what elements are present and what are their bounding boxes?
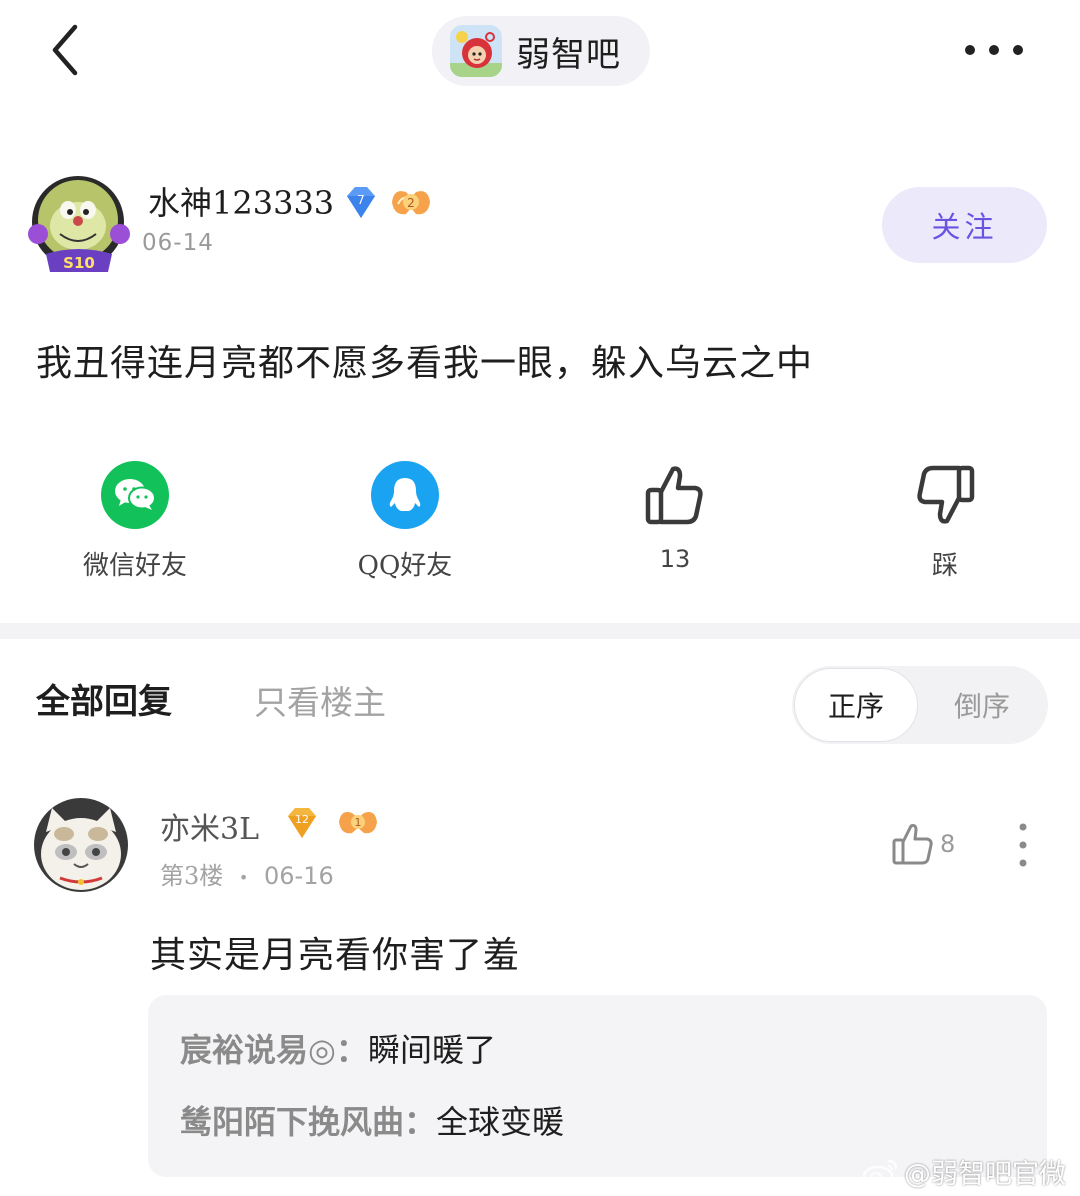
more-vertical-icon [1019, 823, 1027, 867]
sub-reply-author[interactable]: 鸶阳陌下挽风曲： [180, 1103, 436, 1141]
sub-reply-text: 全球变暖 [436, 1103, 565, 1141]
svg-text:1: 1 [355, 816, 362, 829]
sort-descending-button[interactable]: 倒序 [920, 668, 1044, 742]
share-qq-button[interactable]: QQ好友 [305, 455, 505, 582]
wechat-label: 微信好友 [82, 551, 187, 581]
reply-like-count: 8 [940, 830, 956, 858]
post-content: 我丑得连月亮都不愿多看我一眼，躲入乌云之中 [36, 343, 814, 384]
sort-toggle: 正序 倒序 [792, 666, 1048, 744]
svg-text:7: 7 [357, 193, 365, 207]
reply-date: 06-16 [264, 862, 334, 890]
reply-meta: 第3楼 • 06-16 [160, 856, 334, 891]
watermark-text: @弱智吧官微 [904, 1159, 1066, 1190]
follow-button[interactable]: 关注 [882, 187, 1047, 263]
thumbs-up-icon [645, 466, 703, 525]
author-name[interactable]: 水神123333 [148, 178, 334, 224]
watermark: @弱智吧官微 [862, 1152, 1066, 1191]
reply-more-button[interactable] [1010, 822, 1036, 868]
post-date: 06-14 [142, 230, 214, 256]
like-button[interactable]: 13 [575, 455, 775, 573]
back-button[interactable] [40, 22, 90, 78]
more-options-button[interactable] [958, 30, 1030, 70]
forum-logo [450, 25, 502, 77]
level-badge: 7 [343, 184, 379, 222]
share-wechat-button[interactable]: 微信好友 [35, 455, 235, 582]
author-avatar[interactable]: S10 [26, 176, 132, 272]
qq-label: QQ好友 [357, 551, 453, 581]
thumbs-down-icon [917, 465, 975, 524]
sort-ascending-button[interactable]: 正序 [794, 668, 918, 742]
sub-replies[interactable]: 宸裕说易◎：瞬间暖了 鸶阳陌下挽风曲：全球变暖 [148, 995, 1047, 1177]
qq-icon [371, 461, 439, 529]
reply-floor: 第3楼 [160, 862, 224, 890]
more-horizontal-icon [965, 45, 1023, 55]
dislike-button[interactable]: 踩 [845, 455, 1045, 582]
sub-reply-text: 瞬间暖了 [367, 1031, 496, 1069]
section-divider [0, 623, 1080, 639]
wechat-icon [101, 461, 169, 529]
reply-author-name[interactable]: 亦米3L [160, 804, 259, 848]
avatar-badge-text: S10 [63, 254, 95, 272]
chevron-left-icon [52, 24, 78, 76]
sub-reply-item[interactable]: 宸裕说易◎：瞬间暖了 [180, 1025, 496, 1071]
reply-like-button[interactable]: 8 [892, 822, 955, 866]
thumbs-up-icon [892, 824, 933, 865]
svg-text:12: 12 [295, 813, 309, 826]
forum-name: 弱智吧 [516, 34, 621, 75]
tab-all-replies[interactable]: 全部回复 [36, 674, 172, 723]
fan-badge: 2 [388, 184, 434, 222]
reply-content: 其实是月亮看你害了羞 [150, 935, 521, 976]
forum-entry-button[interactable]: 弱智吧 [432, 16, 650, 86]
reply-avatar[interactable] [34, 798, 128, 892]
dislike-label: 踩 [931, 551, 958, 581]
reply-level-badge: 12 [282, 806, 322, 840]
top-bar: 弱智吧 [0, 0, 1080, 100]
weibo-icon [862, 1159, 898, 1186]
like-count: 13 [659, 545, 691, 573]
sub-reply-author[interactable]: 宸裕说易◎： [180, 1031, 368, 1069]
tab-op-only[interactable]: 只看楼主 [254, 676, 386, 724]
post-actions: 微信好友 QQ好友 13 踩 [0, 455, 1080, 605]
reply-fan-badge: 1 [336, 806, 380, 840]
svg-text:2: 2 [407, 196, 415, 210]
sub-reply-item[interactable]: 鸶阳陌下挽风曲：全球变暖 [180, 1097, 564, 1143]
meta-separator: • [238, 867, 249, 887]
